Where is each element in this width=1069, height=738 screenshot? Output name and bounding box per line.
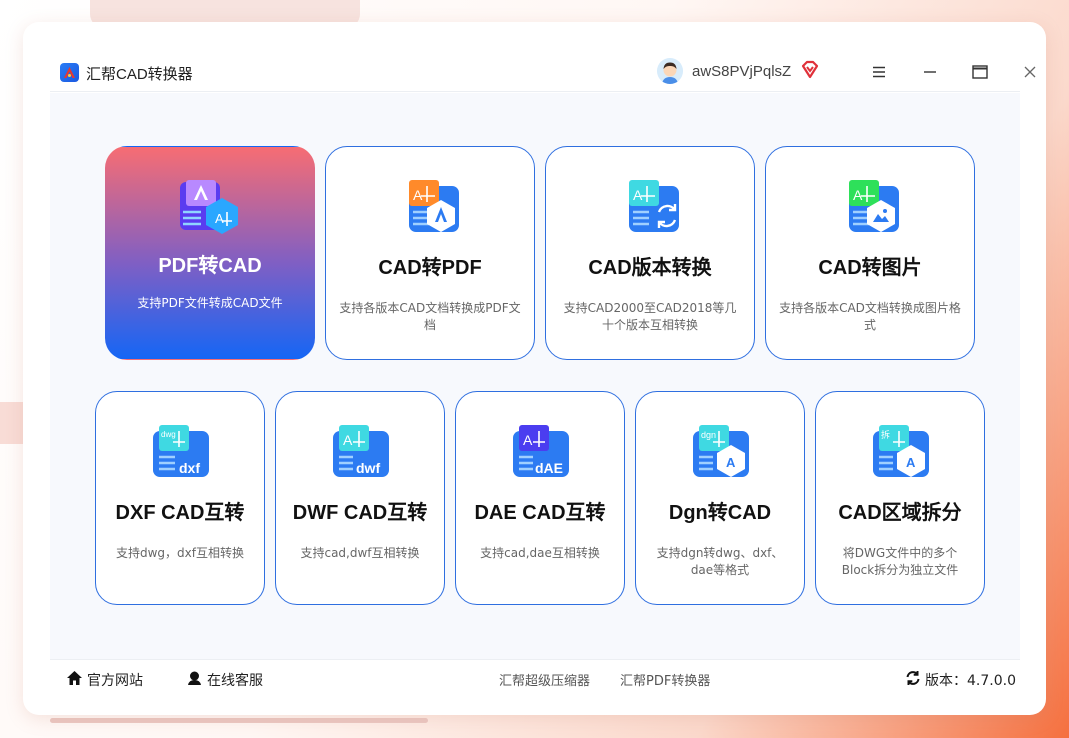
background-shape xyxy=(0,402,24,444)
tool-description: 支持dwg，dxf互相转换 xyxy=(116,546,244,560)
tool-description: 将DWG文件中的多个Block拆分为独立文件 xyxy=(841,546,959,577)
tool-description: 支持各版本CAD文档转换成图片格式 xyxy=(779,301,961,332)
refresh-icon xyxy=(905,670,921,690)
tool-title: CAD区域拆分 xyxy=(838,502,962,524)
close-icon[interactable] xyxy=(1018,60,1042,84)
tool-card-cad-to-pdf[interactable]: A CAD转PDF 支持各版本CAD文档转换成PDF文档 xyxy=(325,146,535,360)
tool-description: 支持PDF文件转成CAD文件 xyxy=(137,296,283,310)
home-icon xyxy=(66,670,83,690)
dgn-icon: dgn A xyxy=(689,421,751,483)
cad-to-image-icon: A xyxy=(839,176,901,238)
tool-title: Dgn转CAD xyxy=(668,502,772,524)
background-shape xyxy=(50,718,428,723)
tool-title: PDF转CAD xyxy=(158,255,262,277)
tool-title: CAD转图片 xyxy=(818,257,922,279)
online-service-label: 在线客服 xyxy=(207,673,263,689)
pdf-converter-link[interactable]: 汇帮PDF转换器 xyxy=(620,670,710,689)
tool-card-cad-version[interactable]: A CAD版本转换 支持CAD2000至CAD2018等几十个版本互相转换 xyxy=(545,146,755,360)
diamond-icon[interactable] xyxy=(800,60,820,80)
dwf-icon: A dwf xyxy=(329,421,391,483)
username[interactable]: awS8PVjPqlsZ xyxy=(692,63,791,80)
cad-to-pdf-icon: A xyxy=(399,176,461,238)
minimize-icon[interactable] xyxy=(918,60,942,84)
dae-icon: A dAE xyxy=(509,421,571,483)
tool-card-dxf[interactable]: dwg dxf DXF CAD互转 支持dwg，dxf互相转换 xyxy=(95,391,265,605)
tool-card-dwf[interactable]: A dwf DWF CAD互转 支持cad,dwf互相转换 xyxy=(275,391,445,605)
footer-bar: 官方网站 在线客服 汇帮超级压缩器 汇帮PDF转换器 版本：4.7.0.0 xyxy=(50,659,1020,699)
cad-split-icon: 拆 A xyxy=(869,421,931,483)
tool-grid: A PDF转CAD 支持PDF文件转成CAD文件 A CAD转PDF 支持各版本… xyxy=(50,93,1020,659)
svg-text:A: A xyxy=(413,187,423,203)
tool-title: DAE CAD互转 xyxy=(474,502,606,524)
svg-text:A: A xyxy=(853,187,863,203)
maximize-icon[interactable] xyxy=(968,60,992,84)
tool-title: CAD转PDF xyxy=(378,257,482,279)
online-service-link[interactable]: 在线客服 xyxy=(186,670,263,690)
app-window: 汇帮CAD转换器 awS8PVjPqlsZ A PDF转CAD 支持PDF文件转… xyxy=(23,22,1046,715)
tool-title: CAD版本转换 xyxy=(588,257,712,279)
svg-text:A: A xyxy=(215,211,224,226)
tool-card-pdf-to-cad[interactable]: A PDF转CAD 支持PDF文件转成CAD文件 xyxy=(105,146,315,360)
official-website-label: 官方网站 xyxy=(87,673,143,689)
tool-title: DWF CAD互转 xyxy=(292,502,428,524)
icon-badge-text: 拆 xyxy=(881,429,890,440)
tool-card-dgn[interactable]: dgn A Dgn转CAD 支持dgn转dwg、dxf、dae等格式 xyxy=(635,391,805,605)
compressor-link[interactable]: 汇帮超级压缩器 xyxy=(499,670,590,689)
svg-text:A: A xyxy=(726,455,736,470)
icon-badge-text: dwf xyxy=(356,460,380,476)
icon-badge-text: dAE xyxy=(535,460,563,476)
pdf-to-cad-icon: A xyxy=(179,176,241,238)
cad-logo-icon xyxy=(60,63,79,82)
dxf-icon: dwg dxf xyxy=(149,421,211,483)
tool-title: DXF CAD互转 xyxy=(115,502,245,524)
svg-text:A: A xyxy=(633,187,643,203)
cad-version-convert-icon: A xyxy=(619,176,681,238)
headset-icon xyxy=(186,670,203,690)
tool-card-cad-to-image[interactable]: A CAD转图片 支持各版本CAD文档转换成图片格式 xyxy=(765,146,975,360)
svg-text:A: A xyxy=(523,432,533,448)
icon-badge-text: dxf xyxy=(179,460,200,476)
tool-description: 支持各版本CAD文档转换成PDF文档 xyxy=(339,301,521,332)
tool-description: 支持cad,dae互相转换 xyxy=(480,546,600,560)
tool-description: 支持dgn转dwg、dxf、dae等格式 xyxy=(656,546,784,577)
version-info[interactable]: 版本：4.7.0.0 xyxy=(905,670,1016,690)
hamburger-icon[interactable] xyxy=(867,60,891,84)
tool-description: 支持CAD2000至CAD2018等几十个版本互相转换 xyxy=(563,301,737,332)
avatar[interactable] xyxy=(657,58,683,84)
official-website-link[interactable]: 官方网站 xyxy=(66,670,143,690)
tool-card-dae[interactable]: A dAE DAE CAD互转 支持cad,dae互相转换 xyxy=(455,391,625,605)
tool-description: 支持cad,dwf互相转换 xyxy=(300,546,420,560)
icon-badge-text: dgn xyxy=(701,430,716,440)
svg-text:A: A xyxy=(906,455,916,470)
title-bar: 汇帮CAD转换器 awS8PVjPqlsZ xyxy=(50,52,1036,92)
svg-text:A: A xyxy=(343,432,353,448)
svg-text:dwg: dwg xyxy=(161,430,176,439)
version-label: 版本：4.7.0.0 xyxy=(925,673,1016,689)
tool-card-cad-split[interactable]: 拆 A CAD区域拆分 将DWG文件中的多个Block拆分为独立文件 xyxy=(815,391,985,605)
app-title: 汇帮CAD转换器 xyxy=(86,66,193,83)
